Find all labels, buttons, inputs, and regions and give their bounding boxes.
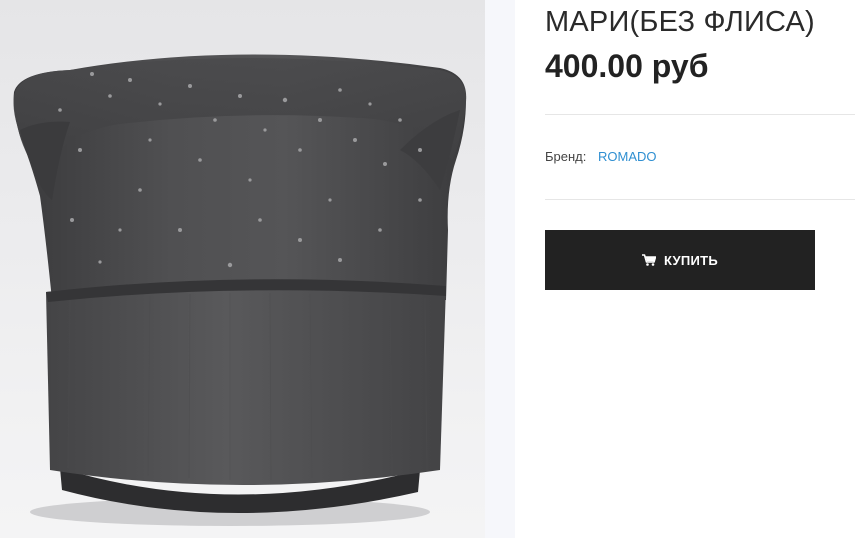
divider — [545, 114, 855, 115]
cart-icon — [641, 254, 656, 266]
product-image[interactable] — [0, 0, 485, 538]
buy-button-label: КУПИТЬ — [663, 252, 719, 268]
divider — [545, 199, 855, 200]
product-page: МАРИ(БЕЗ ФЛИСА) 400.00 руб Бренд: ROMADO… — [0, 0, 855, 538]
product-price: 400.00 руб — [545, 48, 709, 84]
brand-link[interactable]: ROMADO — [598, 149, 657, 164]
beanie-hat-photo — [13, 54, 467, 526]
product-title: МАРИ(БЕЗ ФЛИСА) — [545, 6, 815, 38]
brand-row: Бренд: ROMADO — [545, 149, 657, 164]
brand-label: Бренд: — [545, 149, 587, 164]
image-gap — [485, 0, 515, 538]
product-info: МАРИ(БЕЗ ФЛИСА) 400.00 руб Бренд: ROMADO… — [545, 0, 855, 538]
buy-button[interactable]: КУПИТЬ — [545, 230, 815, 290]
